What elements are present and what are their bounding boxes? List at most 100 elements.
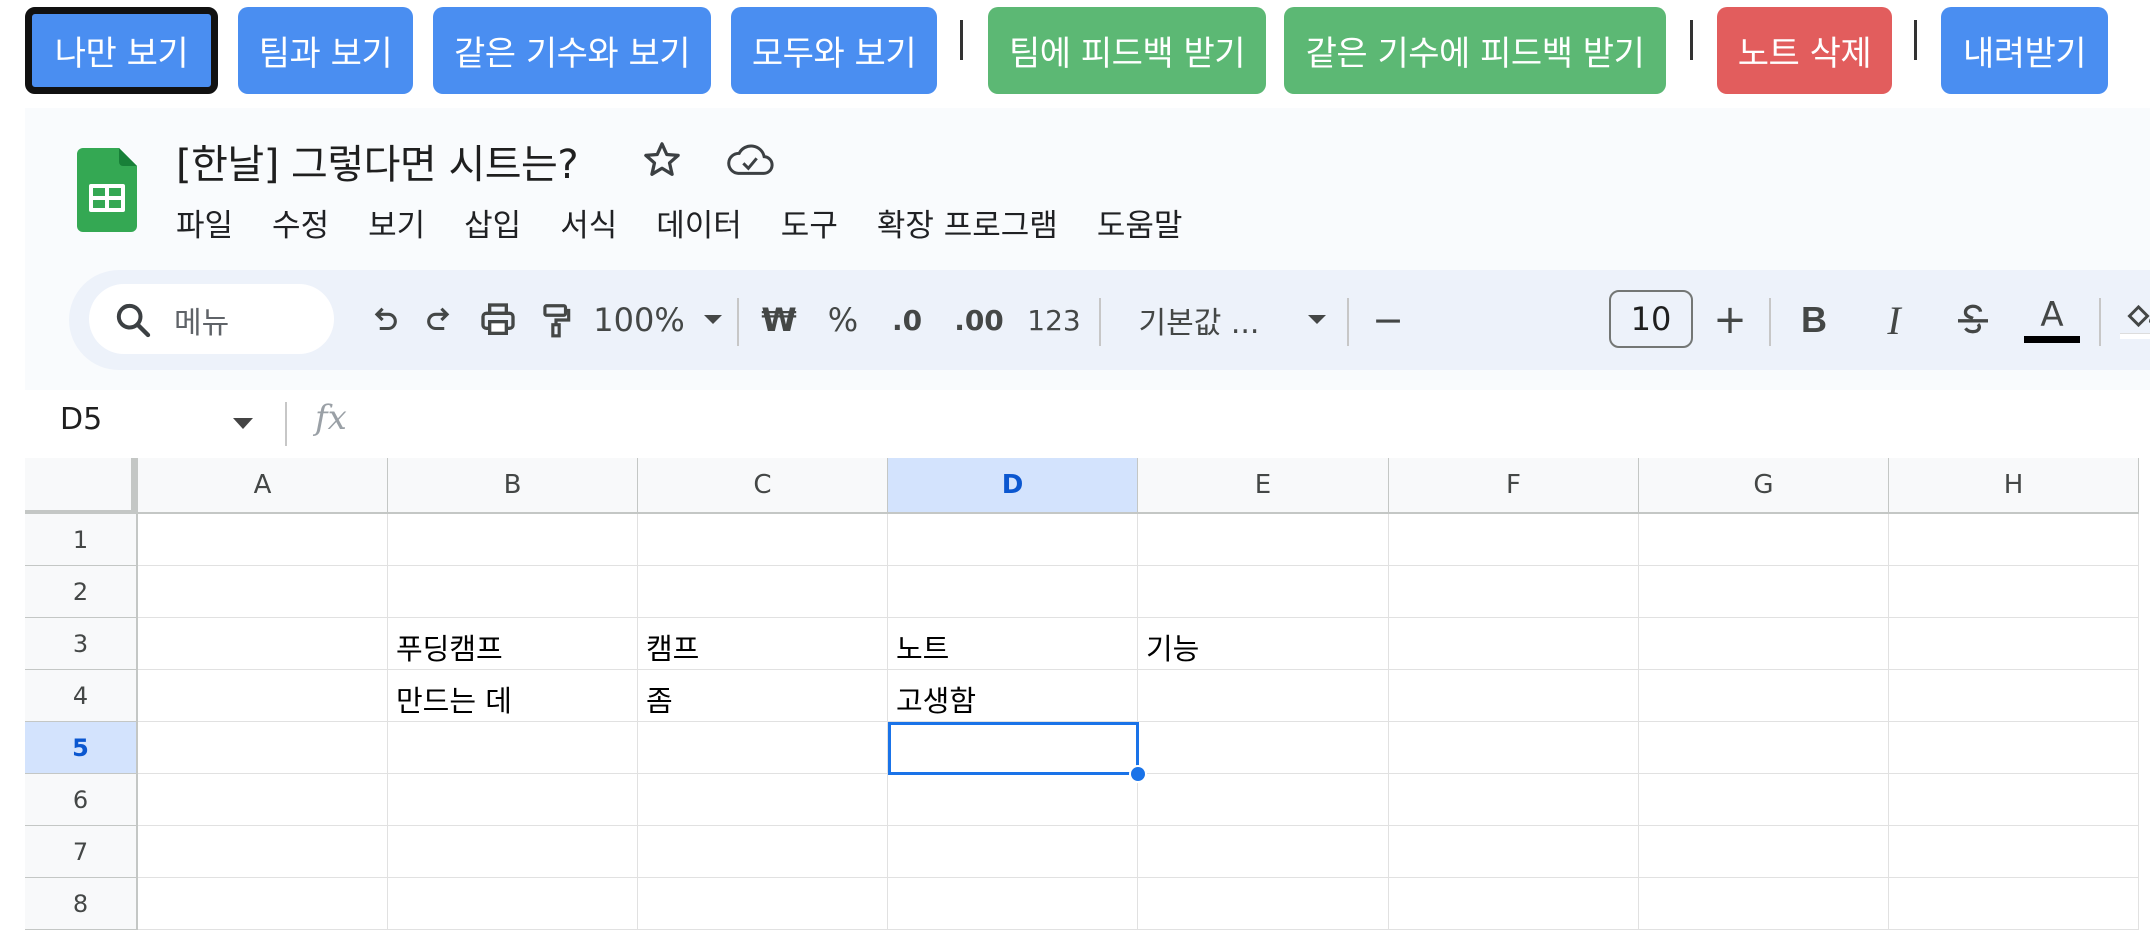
cell-f2[interactable]	[1389, 566, 1639, 618]
fill-handle[interactable]	[1129, 765, 1147, 783]
column-header-b[interactable]: B	[388, 458, 638, 514]
cell-c4[interactable]: 좀	[638, 670, 888, 722]
row-header-8[interactable]: 8	[25, 878, 138, 930]
cell-d3[interactable]: 노트	[888, 618, 1138, 670]
cohort-feedback-button[interactable]: 같은 기수에 피드백 받기	[1284, 7, 1666, 94]
cell-b8[interactable]	[388, 878, 638, 930]
view-with-cohort-button[interactable]: 같은 기수와 보기	[433, 7, 711, 94]
cell-g6[interactable]	[1639, 774, 1889, 826]
cell-h5[interactable]	[1889, 722, 2139, 774]
cell-a8[interactable]	[138, 878, 388, 930]
star-icon[interactable]	[640, 138, 684, 182]
download-button[interactable]: 내려받기	[1941, 7, 2108, 94]
column-header-h[interactable]: H	[1889, 458, 2139, 514]
bold-button[interactable]: B	[1789, 294, 1839, 346]
cell-d6[interactable]	[888, 774, 1138, 826]
column-header-c[interactable]: C	[638, 458, 888, 514]
cell-g2[interactable]	[1639, 566, 1889, 618]
cell-h3[interactable]	[1889, 618, 2139, 670]
view-with-all-button[interactable]: 모두와 보기	[731, 7, 937, 94]
cell-e7[interactable]	[1138, 826, 1389, 878]
zoom-select[interactable]: 100%	[589, 294, 689, 346]
column-header-e[interactable]: E	[1138, 458, 1389, 514]
undo-icon[interactable]	[359, 294, 409, 346]
cell-f4[interactable]	[1389, 670, 1639, 722]
print-icon[interactable]	[469, 294, 527, 346]
increase-decimal-button[interactable]: .00	[947, 294, 1011, 346]
view-with-team-button[interactable]: 팀과 보기	[238, 7, 413, 94]
fill-color-icon[interactable]	[2115, 294, 2150, 346]
increase-font-size-button[interactable]: +	[1705, 294, 1755, 346]
menu-view[interactable]: 보기	[368, 200, 444, 245]
menu-edit[interactable]: 수정	[272, 200, 348, 245]
sheets-logo-icon[interactable]	[77, 148, 137, 232]
row-header-1[interactable]: 1	[25, 514, 138, 566]
cell-g3[interactable]	[1639, 618, 1889, 670]
name-box[interactable]: D5	[60, 402, 102, 437]
menu-format[interactable]: 서식	[560, 200, 636, 245]
menu-tools[interactable]: 도구	[781, 200, 857, 245]
cell-a6[interactable]	[138, 774, 388, 826]
cell-b3[interactable]: 푸딩캠프	[388, 618, 638, 670]
cell-h1[interactable]	[1889, 514, 2139, 566]
cell-c2[interactable]	[638, 566, 888, 618]
cell-c1[interactable]	[638, 514, 888, 566]
cell-c3[interactable]: 캠프	[638, 618, 888, 670]
currency-format-button[interactable]: ₩	[755, 294, 803, 346]
cell-h4[interactable]	[1889, 670, 2139, 722]
cell-f3[interactable]	[1389, 618, 1639, 670]
italic-button[interactable]: I	[1869, 294, 1919, 346]
cell-b2[interactable]	[388, 566, 638, 618]
document-title[interactable]: [한날] 그렇다면 시트는?	[176, 132, 579, 190]
select-all-corner[interactable]	[25, 458, 138, 514]
cell-a4[interactable]	[138, 670, 388, 722]
column-header-d[interactable]: D	[888, 458, 1138, 514]
cell-h2[interactable]	[1889, 566, 2139, 618]
cell-f5[interactable]	[1389, 722, 1639, 774]
font-dropdown-icon[interactable]	[1299, 294, 1335, 346]
cell-c7[interactable]	[638, 826, 888, 878]
cell-e2[interactable]	[1138, 566, 1389, 618]
team-feedback-button[interactable]: 팀에 피드백 받기	[988, 7, 1266, 94]
cell-e8[interactable]	[1138, 878, 1389, 930]
cell-e5[interactable]	[1138, 722, 1389, 774]
decrease-font-size-button[interactable]: −	[1363, 294, 1413, 346]
cell-a1[interactable]	[138, 514, 388, 566]
cell-d1[interactable]	[888, 514, 1138, 566]
cell-e1[interactable]	[1138, 514, 1389, 566]
cell-c5[interactable]	[638, 722, 888, 774]
cell-e3[interactable]: 기능	[1138, 618, 1389, 670]
menu-extensions[interactable]: 확장 프로그램	[877, 200, 1077, 245]
cell-a7[interactable]	[138, 826, 388, 878]
font-family-select[interactable]: 기본값 ...	[1109, 294, 1289, 346]
cell-f6[interactable]	[1389, 774, 1639, 826]
cell-b6[interactable]	[388, 774, 638, 826]
percent-format-button[interactable]: %	[819, 294, 867, 346]
row-header-3[interactable]: 3	[25, 618, 138, 670]
cell-h7[interactable]	[1889, 826, 2139, 878]
menu-insert[interactable]: 삽입	[464, 200, 540, 245]
cell-d2[interactable]	[888, 566, 1138, 618]
cell-e6[interactable]	[1138, 774, 1389, 826]
row-header-4[interactable]: 4	[25, 670, 138, 722]
cell-a3[interactable]	[138, 618, 388, 670]
column-header-g[interactable]: G	[1639, 458, 1889, 514]
cell-h6[interactable]	[1889, 774, 2139, 826]
cell-e4[interactable]	[1138, 670, 1389, 722]
cell-g8[interactable]	[1639, 878, 1889, 930]
row-header-7[interactable]: 7	[25, 826, 138, 878]
delete-note-button[interactable]: 노트 삭제	[1717, 7, 1892, 94]
cell-d7[interactable]	[888, 826, 1138, 878]
column-header-f[interactable]: F	[1389, 458, 1639, 514]
cell-d8[interactable]	[888, 878, 1138, 930]
font-size-input[interactable]: 10	[1609, 290, 1693, 348]
cell-g5[interactable]	[1639, 722, 1889, 774]
cell-b7[interactable]	[388, 826, 638, 878]
menu-file[interactable]: 파일	[176, 200, 252, 245]
cell-g1[interactable]	[1639, 514, 1889, 566]
number-format-button[interactable]: 123	[1019, 294, 1089, 346]
cell-b4[interactable]: 만드는 데	[388, 670, 638, 722]
menu-search-box[interactable]: 메뉴	[89, 284, 334, 354]
cell-c8[interactable]	[638, 878, 888, 930]
cell-d4[interactable]: 고생함	[888, 670, 1138, 722]
